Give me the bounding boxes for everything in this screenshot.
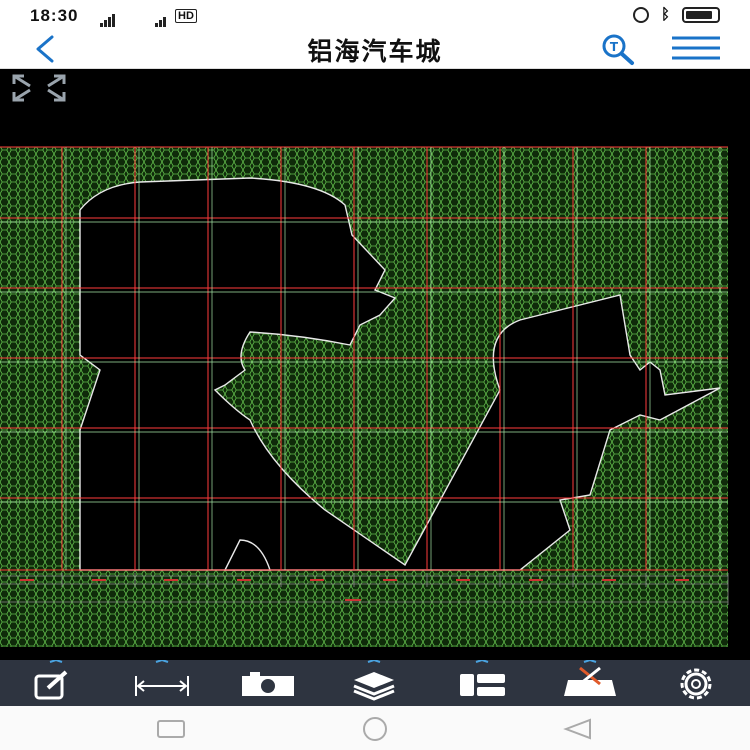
measure-icon	[135, 660, 189, 696]
alarm-icon	[632, 6, 649, 23]
chevron-left-icon	[36, 35, 54, 63]
signal-icon-2	[155, 9, 167, 27]
text-search-icon: T	[602, 34, 634, 65]
text-search-button[interactable]: T	[594, 32, 642, 66]
bottom-toolbar	[0, 660, 750, 706]
toolbox-tool-button[interactable]	[560, 660, 620, 706]
fullscreen-button[interactable]	[10, 72, 70, 104]
settings-tool-button[interactable]	[666, 660, 726, 706]
back-nav-button[interactable]	[560, 716, 600, 742]
gear-icon	[680, 668, 712, 700]
circle-icon	[363, 717, 387, 741]
square-icon	[157, 720, 185, 738]
recent-apps-button[interactable]	[152, 716, 192, 742]
battery-icon	[682, 6, 720, 23]
edit-icon	[34, 660, 68, 700]
edit-tool-button[interactable]	[26, 660, 86, 706]
bluetooth-icon: ᛒ	[660, 6, 670, 23]
expand-icon	[12, 74, 66, 102]
status-bar: 18:30 HD ᛒ	[0, 0, 750, 30]
battery-level-fill	[686, 10, 712, 19]
layers-icon	[353, 660, 395, 701]
menu-button[interactable]	[668, 34, 724, 64]
signal-icon	[100, 9, 116, 27]
status-time: 18:30	[30, 6, 79, 25]
hamburger-menu-icon	[672, 36, 720, 60]
camera-icon	[242, 672, 294, 696]
network-hd-badge: HD	[175, 9, 197, 23]
system-nav-bar	[0, 706, 750, 750]
drawing-canvas[interactable]	[0, 70, 750, 660]
home-button[interactable]	[355, 716, 395, 742]
toolbox-icon	[564, 660, 616, 696]
layout-tool-button[interactable]	[452, 660, 512, 706]
back-button[interactable]	[26, 30, 66, 68]
measure-tool-button[interactable]	[132, 660, 192, 706]
triangle-back-icon	[563, 718, 591, 740]
camera-tool-button[interactable]	[238, 660, 298, 706]
layout-icon	[460, 660, 505, 696]
svg-text:T: T	[610, 40, 619, 54]
layers-tool-button[interactable]	[344, 660, 404, 706]
cad-drawing	[0, 146, 729, 647]
app-header: 铝海汽车城 T	[0, 30, 750, 69]
